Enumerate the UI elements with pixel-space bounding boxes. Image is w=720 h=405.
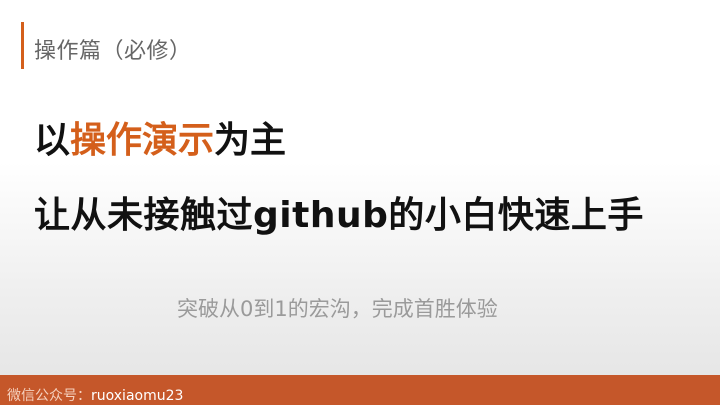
headline-line-1-prefix: 以 [34,120,71,161]
section-accent-bar [21,22,24,69]
footer-label: 微信公众号： [7,388,91,404]
footer-account: ruoxiaomu23 [91,388,184,404]
headline-line-1-accent: 操作演示 [70,120,215,161]
headline-line-1-suffix: 为主 [214,120,287,161]
footer-text: 微信公众号：ruoxiaomu23 [7,385,183,405]
headline-line-2: 让从未接触过github的小白快速上手 [34,195,644,236]
subtitle: 突破从0到1的宏沟，完成首胜体验 [177,297,498,321]
slide: 操作篇（必修） 以操作演示为主 让从未接触过github的小白快速上手 突破从0… [0,0,720,405]
headline-line-1: 以操作演示为主 [34,111,286,163]
section-title: 操作篇（必修） [34,39,192,64]
